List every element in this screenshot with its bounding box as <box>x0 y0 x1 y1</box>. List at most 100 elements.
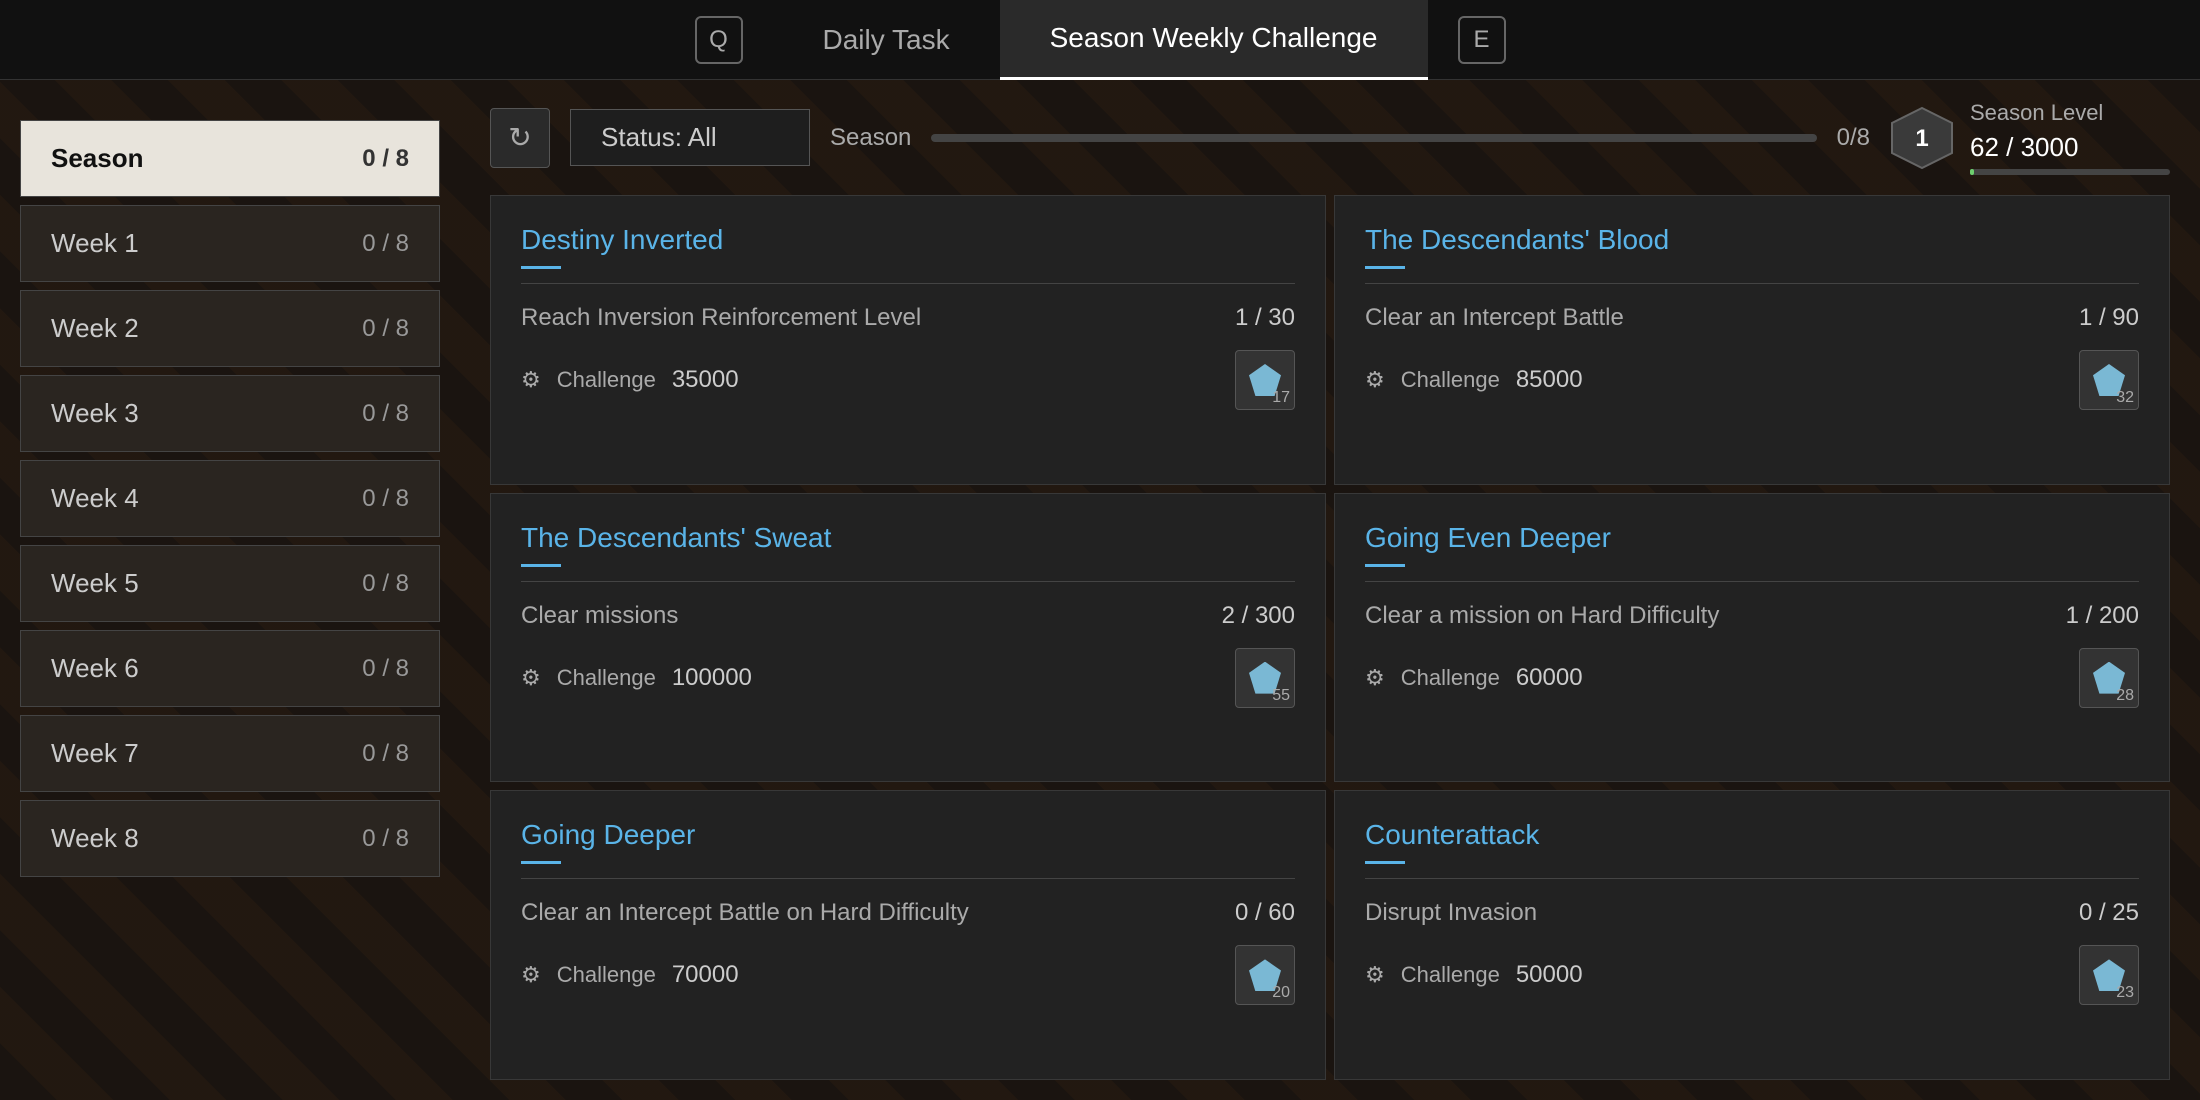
level-progress-bar <box>1970 169 2170 175</box>
challenge-divider-counterattack <box>1365 878 2139 879</box>
season-level-value: 62 / 3000 <box>1970 132 2170 163</box>
challenge-reward-row-counterattack: ⚙ Challenge 50000 <box>1365 945 2139 1005</box>
sidebar-item-week1[interactable]: Week 1 0 / 8 <box>20 205 440 282</box>
challenge-reward-row-descendants-sweat: ⚙ Challenge 100000 <box>521 648 1295 708</box>
challenge-reward-amount-descendants-sweat: 100000 <box>672 664 1219 692</box>
challenge-task-count-going-even-deeper: 1 / 200 <box>2066 602 2139 630</box>
sidebar-week1-count: 0 / 8 <box>362 230 409 258</box>
challenge-task-label-descendants-blood: Clear an Intercept Battle <box>1365 304 2059 332</box>
challenge-task-label-destiny-inverted: Reach Inversion Reinforcement Level <box>521 304 1215 332</box>
challenge-reward-row-going-even-deeper: ⚙ Challenge 60000 <box>1365 648 2139 708</box>
challenge-reward-label-destiny-inverted: Challenge <box>557 367 656 393</box>
gear-icon-counterattack: ⚙ <box>1365 962 1385 988</box>
sidebar-week8-label: Week 8 <box>51 823 139 854</box>
challenge-task-count-descendants-sweat: 2 / 300 <box>1222 602 1295 630</box>
challenge-reward-label-descendants-sweat: Challenge <box>557 665 656 691</box>
right-panel: ↻ Status: All Season 0/8 1 Season Level <box>460 80 2200 1100</box>
challenge-task-label-going-even-deeper: Clear a mission on Hard Difficulty <box>1365 602 2046 630</box>
sidebar-item-week3[interactable]: Week 3 0 / 8 <box>20 375 440 452</box>
challenge-task-row-descendants-sweat: Clear missions 2 / 300 <box>521 602 1295 630</box>
sidebar-week3-count: 0 / 8 <box>362 400 409 428</box>
sidebar-week6-label: Week 6 <box>51 653 139 684</box>
challenge-divider-descendants-blood <box>1365 283 2139 284</box>
challenge-task-label-counterattack: Disrupt Invasion <box>1365 899 2059 927</box>
gem-shape-counterattack <box>2093 959 2125 991</box>
challenge-reward-label-going-even-deeper: Challenge <box>1401 665 1500 691</box>
refresh-button[interactable]: ↻ <box>490 108 550 168</box>
sidebar-item-week5[interactable]: Week 5 0 / 8 <box>20 545 440 622</box>
sidebar-item-week4[interactable]: Week 4 0 / 8 <box>20 460 440 537</box>
challenge-reward-label-going-deeper: Challenge <box>557 962 656 988</box>
challenge-title-descendants-blood: The Descendants' Blood <box>1365 224 2139 256</box>
challenge-reward-row-going-deeper: ⚙ Challenge 70000 <box>521 945 1295 1005</box>
sidebar-item-week6[interactable]: Week 6 0 / 8 <box>20 630 440 707</box>
challenge-card-destiny-inverted: Destiny Inverted Reach Inversion Reinfor… <box>490 195 1326 485</box>
challenge-task-count-going-deeper: 0 / 60 <box>1235 899 1295 927</box>
challenge-title-destiny-inverted: Destiny Inverted <box>521 224 1295 256</box>
controls-bar: ↻ Status: All Season 0/8 1 Season Level <box>490 100 2170 175</box>
reward-gem-descendants-blood <box>2079 350 2139 410</box>
challenge-task-row-destiny-inverted: Reach Inversion Reinforcement Level 1 / … <box>521 304 1295 332</box>
sidebar-week3-label: Week 3 <box>51 398 139 429</box>
gear-icon-destiny-inverted: ⚙ <box>521 367 541 393</box>
gear-icon-descendants-blood: ⚙ <box>1365 367 1385 393</box>
sidebar-week1-label: Week 1 <box>51 228 139 259</box>
challenge-reward-amount-destiny-inverted: 35000 <box>672 366 1219 394</box>
tab-daily-task[interactable]: Daily Task <box>773 0 1000 80</box>
challenge-title-descendants-sweat: The Descendants' Sweat <box>521 522 1295 554</box>
challenge-accent-descendants-blood <box>1365 266 1405 269</box>
sidebar-season-count: 0 / 8 <box>362 145 409 173</box>
gem-shape-destiny-inverted <box>1249 364 1281 396</box>
left-key[interactable]: Q <box>695 16 743 64</box>
sidebar-week7-label: Week 7 <box>51 738 139 769</box>
challenge-reward-amount-counterattack: 50000 <box>1516 961 2063 989</box>
challenge-divider-destiny-inverted <box>521 283 1295 284</box>
gem-shape-going-deeper <box>1249 959 1281 991</box>
sidebar-week2-count: 0 / 8 <box>362 315 409 343</box>
sidebar-season-label: Season <box>51 143 144 174</box>
main-content: Season 0 / 8 Week 1 0 / 8 Week 2 0 / 8 W… <box>0 80 2200 1100</box>
sidebar-week6-count: 0 / 8 <box>362 655 409 683</box>
challenge-card-going-deeper: Going Deeper Clear an Intercept Battle o… <box>490 790 1326 1080</box>
challenge-accent-descendants-sweat <box>521 564 561 567</box>
sidebar-week2-label: Week 2 <box>51 313 139 344</box>
challenge-task-row-going-even-deeper: Clear a mission on Hard Difficulty 1 / 2… <box>1365 602 2139 630</box>
challenge-task-count-destiny-inverted: 1 / 30 <box>1235 304 1295 332</box>
challenge-task-count-counterattack: 0 / 25 <box>2079 899 2139 927</box>
challenge-card-descendants-sweat: The Descendants' Sweat Clear missions 2 … <box>490 493 1326 783</box>
gear-icon-going-deeper: ⚙ <box>521 962 541 988</box>
gem-shape-going-even-deeper <box>2093 662 2125 694</box>
right-key[interactable]: E <box>1458 16 1506 64</box>
season-progress-container: Season 0/8 <box>830 124 1870 152</box>
challenge-task-row-counterattack: Disrupt Invasion 0 / 25 <box>1365 899 2139 927</box>
challenge-divider-going-even-deeper <box>1365 581 2139 582</box>
gem-shape-descendants-sweat <box>1249 662 1281 694</box>
challenge-task-count-descendants-blood: 1 / 90 <box>2079 304 2139 332</box>
sidebar-item-week7[interactable]: Week 7 0 / 8 <box>20 715 440 792</box>
challenge-task-row-descendants-blood: Clear an Intercept Battle 1 / 90 <box>1365 304 2139 332</box>
challenge-accent-destiny-inverted <box>521 266 561 269</box>
challenge-reward-row-destiny-inverted: ⚙ Challenge 35000 <box>521 350 1295 410</box>
sidebar-item-season[interactable]: Season 0 / 8 <box>20 120 440 197</box>
challenge-reward-label-counterattack: Challenge <box>1401 962 1500 988</box>
level-hex-icon: 1 <box>1890 106 1954 170</box>
tab-weekly-challenge[interactable]: Season Weekly Challenge <box>1000 0 1428 80</box>
sidebar-week4-label: Week 4 <box>51 483 139 514</box>
challenge-reward-row-descendants-blood: ⚙ Challenge 85000 <box>1365 350 2139 410</box>
challenge-reward-amount-descendants-blood: 85000 <box>1516 366 2063 394</box>
challenge-task-label-descendants-sweat: Clear missions <box>521 602 1202 630</box>
challenge-divider-going-deeper <box>521 878 1295 879</box>
challenge-card-counterattack: Counterattack Disrupt Invasion 0 / 25 ⚙ … <box>1334 790 2170 1080</box>
level-progress-fill <box>1970 169 1974 175</box>
top-navigation: Q Daily Task Season Weekly Challenge E <box>0 0 2200 80</box>
sidebar-week8-count: 0 / 8 <box>362 825 409 853</box>
sidebar-item-week2[interactable]: Week 2 0 / 8 <box>20 290 440 367</box>
sidebar-week5-label: Week 5 <box>51 568 139 599</box>
challenge-card-descendants-blood: The Descendants' Blood Clear an Intercep… <box>1334 195 2170 485</box>
sidebar-week5-count: 0 / 8 <box>362 570 409 598</box>
challenge-divider-descendants-sweat <box>521 581 1295 582</box>
status-dropdown[interactable]: Status: All <box>570 109 810 166</box>
challenge-title-going-deeper: Going Deeper <box>521 819 1295 851</box>
sidebar-item-week8[interactable]: Week 8 0 / 8 <box>20 800 440 877</box>
challenge-reward-amount-going-even-deeper: 60000 <box>1516 664 2063 692</box>
